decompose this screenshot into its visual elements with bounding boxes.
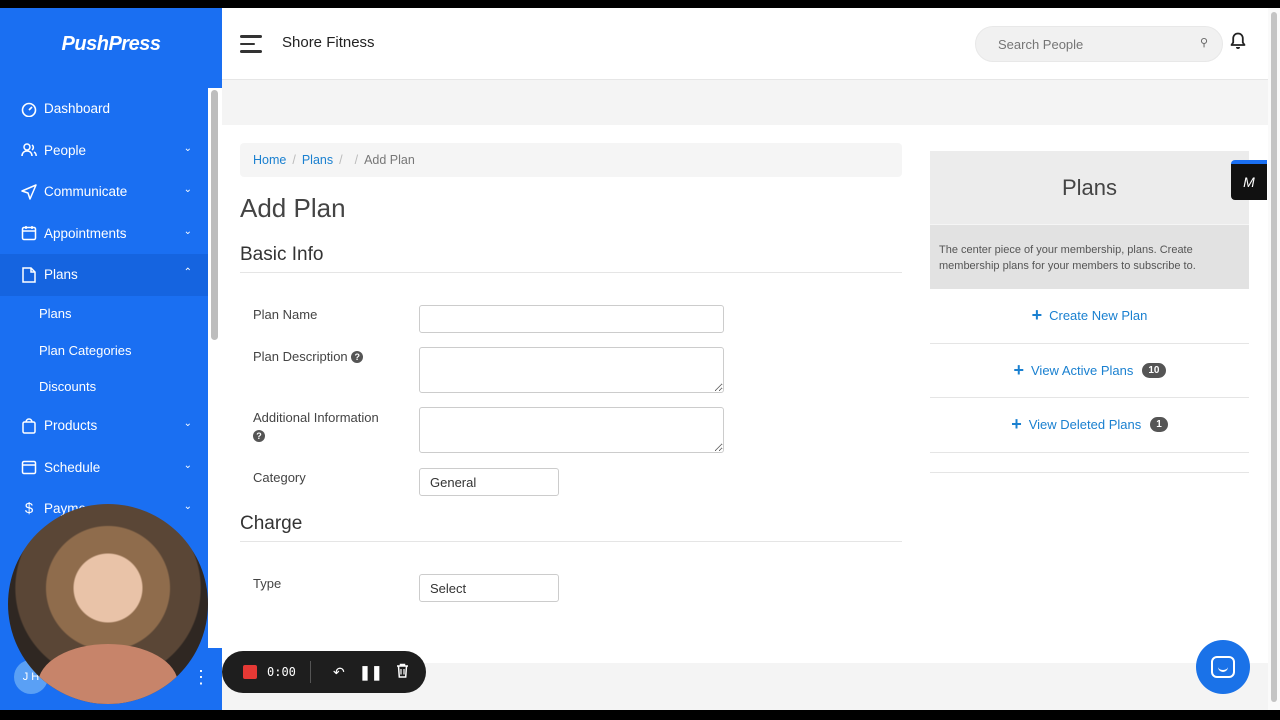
dollar-icon: $: [24, 500, 34, 518]
chat-icon: [1211, 656, 1235, 678]
calendar-icon: [20, 458, 38, 476]
sidebar-item-communicate[interactable]: Communicate ⌄: [0, 171, 208, 213]
additional-info-label: Additional Information ?: [253, 409, 379, 445]
sidebar-subitem-plans[interactable]: Plans: [0, 296, 208, 333]
breadcrumb-plans-link[interactable]: Plans: [302, 153, 333, 167]
pause-icon[interactable]: ❚❚: [355, 664, 387, 681]
plan-description-label-text: Plan Description: [253, 349, 348, 364]
breadcrumb-separator: /: [339, 153, 343, 167]
plans-info-panel: Plans The center piece of your membershi…: [930, 151, 1249, 473]
people-icon: [20, 141, 38, 159]
sidebar-subitem-discounts[interactable]: Discounts: [0, 369, 208, 406]
breadcrumb-current: Add Plan: [364, 153, 415, 167]
help-icon[interactable]: ?: [253, 430, 265, 442]
sidebar-item-label: Products: [44, 418, 98, 434]
sidebar-scrollbar-thumb[interactable]: [211, 90, 218, 340]
sidebar-item-label: Appointments: [44, 225, 127, 241]
sidebar-item-label: People: [44, 142, 87, 158]
brand-logo[interactable]: PushPress: [0, 8, 222, 80]
sidebar-item-label: Communicate: [44, 184, 128, 200]
calendar-icon: [20, 224, 38, 242]
sidebar-item-label: Plans: [44, 267, 78, 283]
section-heading-charge: Charge: [240, 513, 902, 542]
chevron-up-icon: ⌃: [183, 267, 192, 278]
create-new-plan-link[interactable]: + Create New Plan: [930, 289, 1249, 344]
panel-title: Plans: [930, 151, 1249, 224]
notification-bell-icon[interactable]: [1230, 32, 1246, 55]
plan-name-label: Plan Name: [253, 307, 318, 322]
plan-name-input[interactable]: [419, 305, 724, 333]
count-badge: 10: [1142, 362, 1166, 378]
panel-description: The center piece of your membership, pla…: [930, 224, 1249, 289]
chevron-down-icon: ⌄: [183, 418, 192, 429]
sidebar-item-schedule[interactable]: Schedule ⌄: [0, 447, 208, 489]
main-content: Home / Plans / / Add Plan Add Plan Basic…: [222, 125, 1268, 663]
section-heading-basic-info: Basic Info: [240, 244, 902, 273]
chevron-down-icon: ⌄: [183, 225, 192, 237]
search-input[interactable]: [976, 27, 1176, 61]
sidebar-item-plans[interactable]: Plans ⌃: [0, 254, 208, 296]
view-active-plans-link[interactable]: + View Active Plans 10: [930, 344, 1249, 398]
create-new-plan-label: Create New Plan: [1049, 308, 1148, 324]
sidebar-subitem-plan-categories[interactable]: Plan Categories: [0, 332, 208, 369]
chevron-down-icon: ⌄: [183, 184, 192, 195]
plus-icon: +: [1011, 414, 1022, 435]
sidebar-item-dashboard[interactable]: Dashboard: [0, 88, 208, 130]
plans-icon: [20, 266, 38, 284]
help-icon[interactable]: ?: [351, 351, 364, 363]
app-frame: PushPress Dashboard People ⌄ Communicate: [0, 8, 1280, 710]
undo-icon[interactable]: ↶: [323, 664, 355, 681]
sidebar-item-label: Dashboard: [44, 101, 111, 117]
view-deleted-plans-link[interactable]: + View Deleted Plans 1: [930, 398, 1249, 453]
org-name: Shore Fitness: [282, 34, 375, 51]
chevron-down-icon: ⌄: [183, 501, 192, 512]
plan-description-textarea[interactable]: [419, 347, 724, 393]
page-scrollbar-thumb[interactable]: [1271, 12, 1277, 702]
top-bar: Shore Fitness ⚲: [222, 8, 1268, 80]
additional-info-label-text: Additional Information: [253, 410, 379, 425]
extension-icon[interactable]: M: [1231, 160, 1267, 200]
view-active-plans-label: View Active Plans: [1031, 362, 1134, 378]
chevron-down-icon: ⌄: [183, 459, 192, 471]
sidebar-item-appointments[interactable]: Appointments ⌄: [0, 213, 208, 255]
plan-description-label: Plan Description ?: [253, 349, 364, 364]
hamburger-menu-icon[interactable]: [240, 35, 262, 58]
search-box[interactable]: ⚲: [975, 26, 1223, 62]
type-select[interactable]: Select: [419, 574, 559, 602]
chevron-down-icon: ⌄: [183, 142, 192, 154]
page-title: Add Plan: [240, 193, 346, 223]
trash-icon[interactable]: [387, 663, 419, 681]
sidebar-nav: Dashboard People ⌄ Communicate ⌄ Appoint…: [0, 88, 208, 530]
type-label: Type: [253, 576, 282, 591]
breadcrumb-separator: /: [292, 153, 296, 167]
more-options-icon[interactable]: ⋮: [192, 668, 210, 686]
panel-divider: [930, 453, 1249, 473]
count-badge: 1: [1150, 417, 1168, 433]
header-strip: [222, 81, 1268, 125]
sidebar-item-label: Schedule: [44, 459, 101, 475]
chat-launcher-button[interactable]: [1196, 640, 1250, 694]
recording-toolbar: 0:00 ↶ ❚❚: [222, 651, 426, 693]
page-scrollbar[interactable]: [1268, 8, 1280, 710]
category-select[interactable]: General: [419, 468, 559, 496]
plus-icon: +: [1031, 305, 1043, 326]
bag-icon: [20, 417, 38, 435]
send-icon: [20, 183, 38, 201]
toolbar-divider: [309, 661, 311, 683]
breadcrumb: Home / Plans / / Add Plan: [240, 143, 902, 177]
sidebar-item-products[interactable]: Products ⌄: [0, 405, 208, 447]
breadcrumb-separator: /: [354, 153, 359, 167]
sidebar-item-people[interactable]: People ⌄: [0, 130, 208, 172]
webcam-person: [38, 644, 178, 704]
recording-timer: 0:00: [267, 665, 296, 679]
search-icon[interactable]: ⚲: [1200, 36, 1208, 49]
dashboard-icon: [20, 100, 38, 118]
category-label: Category: [253, 470, 306, 485]
plus-icon: +: [1013, 359, 1024, 380]
additional-info-textarea[interactable]: [419, 407, 724, 453]
view-deleted-plans-label: View Deleted Plans: [1028, 417, 1142, 433]
breadcrumb-home-link[interactable]: Home: [253, 153, 286, 167]
webcam-overlay[interactable]: [8, 504, 208, 704]
stop-recording-button[interactable]: [243, 665, 257, 679]
